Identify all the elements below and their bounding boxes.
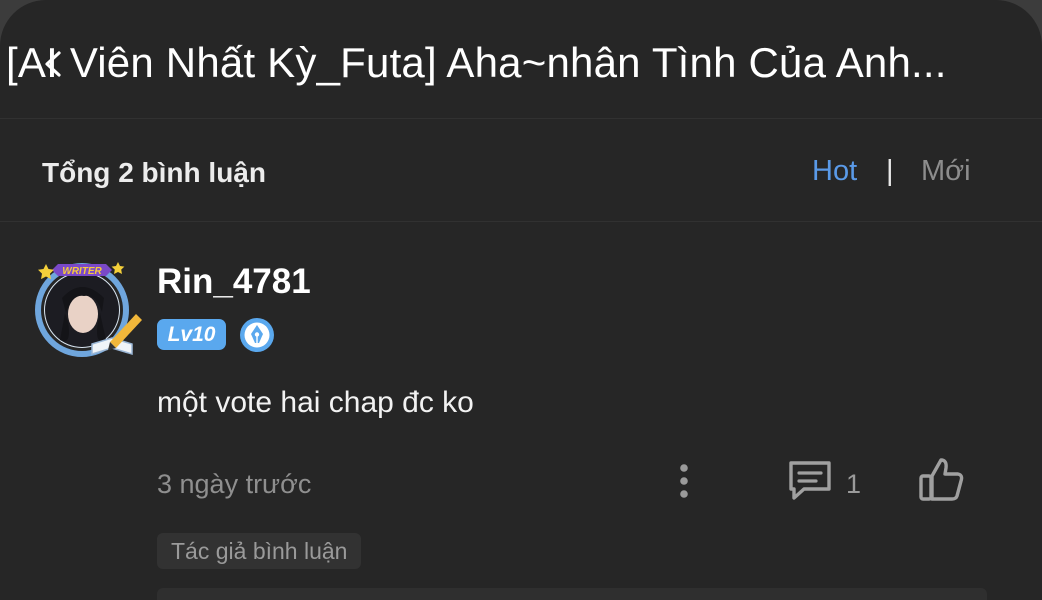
page-title: [AI Viên Nhất Kỳ_Futa] Aha~nhân Tình Của… xyxy=(6,39,947,86)
reply-preview-box[interactable] xyxy=(157,588,987,600)
reply-icon[interactable] xyxy=(786,458,834,502)
sort-separator: | xyxy=(886,155,894,187)
comment-count: Tổng 2 bình luận xyxy=(42,157,266,188)
avatar[interactable]: WRITER xyxy=(32,258,144,358)
comment-username[interactable]: Rin_4781 xyxy=(157,262,311,302)
more-options-icon[interactable] xyxy=(671,462,697,502)
like-thumb-icon[interactable] xyxy=(916,456,966,504)
sort-new-tab[interactable]: Mới xyxy=(921,155,971,188)
comments-header: Tổng 2 bình luận Hot | Mới xyxy=(0,119,1042,222)
reply-count: 1 xyxy=(846,469,862,499)
comment-text: một vote hai chap đc ko xyxy=(157,386,474,419)
author-comment-tag: Tác giả bình luận xyxy=(157,533,362,569)
title-bar: [AI Viên Nhất Kỳ_Futa] Aha~nhân Tình Của… xyxy=(0,0,1042,119)
writer-pen-icon xyxy=(240,318,274,352)
comment-time: 3 ngày trước xyxy=(157,469,312,499)
avatar-badge-label: WRITER xyxy=(62,266,102,277)
level-badge: Lv10 xyxy=(157,319,226,350)
sort-hot-tab[interactable]: Hot xyxy=(812,155,857,188)
comments-panel: [AI Viên Nhất Kỳ_Futa] Aha~nhân Tình Của… xyxy=(0,0,1042,600)
back-arrow-icon[interactable] xyxy=(41,51,67,77)
